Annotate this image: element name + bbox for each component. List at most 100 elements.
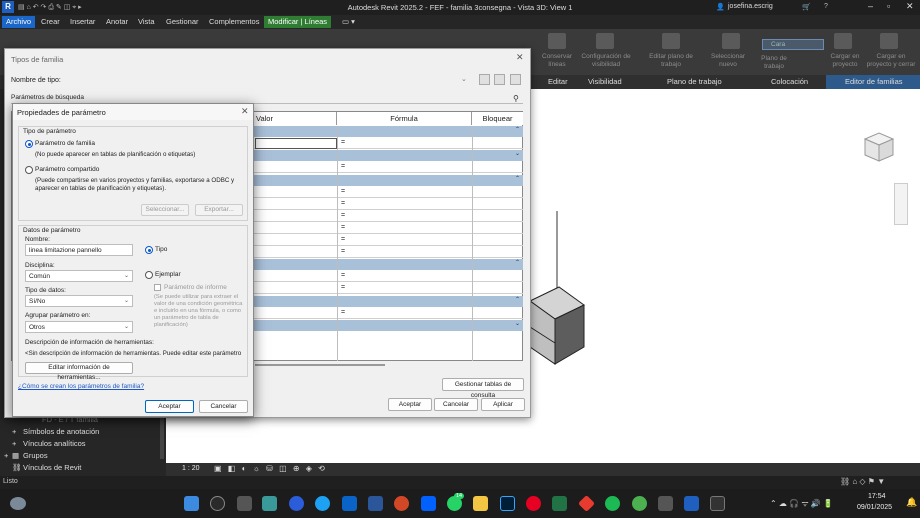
- minimize-button[interactable]: –: [868, 1, 873, 11]
- viewcube[interactable]: [861, 129, 897, 165]
- spotify-icon[interactable]: [605, 496, 620, 511]
- column-header-lock[interactable]: Bloquear: [472, 112, 523, 125]
- selection-filter-icons[interactable]: ⛓ ⌂ ◇ ⚑ ▼: [840, 477, 885, 486]
- cancel-button[interactable]: Cancelar: [434, 398, 478, 411]
- edit-workplane-button[interactable]: Editar plano de trabajo: [640, 53, 702, 69]
- keep-lines-button[interactable]: Conservar líneas: [536, 53, 578, 69]
- clock-date[interactable]: 09/01/2025: [857, 504, 892, 511]
- excel-icon[interactable]: [552, 496, 567, 511]
- apply-button[interactable]: Aplicar: [481, 398, 525, 411]
- autodesk-app-icon[interactable]: [578, 495, 595, 512]
- type-radio[interactable]: [145, 246, 153, 254]
- pick-new-icon[interactable]: [722, 33, 740, 49]
- instance-radio[interactable]: [145, 271, 153, 279]
- photoshop-icon[interactable]: [500, 496, 515, 511]
- group-parameter-select[interactable]: Otros ⌄: [25, 321, 133, 333]
- app-icon[interactable]: [658, 496, 673, 511]
- widgets-icon[interactable]: [262, 496, 277, 511]
- word-icon[interactable]: [368, 496, 383, 511]
- help-link[interactable]: ¿Cómo se crean los parámetros de familia…: [18, 383, 144, 390]
- family-parameter-radio[interactable]: [25, 140, 33, 148]
- tab-complementos[interactable]: Complementos: [205, 16, 263, 28]
- user-name[interactable]: josefina.escrig: [728, 3, 773, 10]
- tab-crear[interactable]: Crear: [37, 16, 64, 28]
- tray-icons[interactable]: ⌃ ☁ 🎧 ᯤ 🔊 🔋: [770, 498, 833, 509]
- tab-anotar[interactable]: Anotar: [102, 16, 132, 28]
- instance-radio-label[interactable]: Ejemplar: [155, 271, 181, 278]
- edit-tooltip-button[interactable]: Editar información de herramientas...: [25, 362, 133, 381]
- expand-icon[interactable]: +: [4, 451, 8, 460]
- tab-modificar-lineas[interactable]: Modificar | Líneas: [264, 16, 332, 28]
- load-and-close-icon[interactable]: [880, 33, 898, 49]
- chrome-icon[interactable]: [632, 496, 647, 511]
- pick-new-button[interactable]: Seleccionar nuevo: [706, 53, 750, 69]
- zoom-icon[interactable]: [289, 496, 304, 511]
- close-button[interactable]: ✕: [906, 1, 914, 12]
- browser-item-revit-links[interactable]: Vínculos de Revit: [23, 463, 81, 472]
- load-into-project-button[interactable]: Cargar en proyecto: [826, 53, 864, 69]
- weather-icon[interactable]: [10, 497, 26, 510]
- keep-lines-icon[interactable]: [548, 33, 566, 49]
- report-parameter-checkbox[interactable]: [154, 284, 161, 291]
- search-icon[interactable]: ⚲: [513, 94, 519, 103]
- placement-combo[interactable]: Cara: [762, 39, 824, 50]
- task-view-icon[interactable]: [237, 496, 252, 511]
- tab-vista[interactable]: Vista: [134, 16, 159, 28]
- outlook-icon[interactable]: [342, 496, 357, 511]
- expand-icon[interactable]: +: [12, 439, 16, 448]
- type-dropdown-chevron[interactable]: ⌄: [461, 75, 467, 83]
- export-button[interactable]: Exportar...: [195, 204, 243, 216]
- clock-time[interactable]: 17:54: [868, 493, 886, 500]
- file-explorer-icon[interactable]: [473, 496, 488, 511]
- tab-archivo[interactable]: Archivo: [2, 16, 36, 28]
- tab-insertar[interactable]: Insertar: [66, 16, 99, 28]
- delete-type-icon[interactable]: [510, 74, 521, 85]
- maximize-button[interactable]: ▫: [887, 1, 890, 11]
- app-icon[interactable]: [710, 496, 725, 511]
- tab-gestionar[interactable]: Gestionar: [162, 16, 203, 28]
- discipline-select[interactable]: Común ⌄: [25, 270, 133, 282]
- report-parameter-label[interactable]: Parámetro de informe: [164, 284, 227, 291]
- browser-item-analytical-links[interactable]: Vínculos analíticos: [23, 439, 86, 448]
- name-input[interactable]: linea limitazione pannello: [25, 244, 133, 256]
- revit-taskbar-icon[interactable]: [684, 496, 699, 511]
- load-into-project-icon[interactable]: [834, 33, 852, 49]
- navigation-bar[interactable]: [894, 183, 908, 225]
- scale-label[interactable]: 1 : 20: [182, 465, 200, 472]
- manage-lookup-tables-button[interactable]: Gestionar tablas de consulta: [442, 378, 524, 399]
- help-icon[interactable]: ?: [824, 3, 828, 10]
- ribbon-options-icon[interactable]: ▭ ▾: [338, 16, 359, 28]
- windows-start-icon[interactable]: [184, 496, 199, 511]
- user-icon[interactable]: 👤: [716, 3, 725, 11]
- edit-workplane-icon[interactable]: [662, 33, 680, 49]
- ok-button[interactable]: Aceptar: [388, 398, 432, 411]
- placement-workplane-button[interactable]: Plano de trabajo: [752, 55, 796, 71]
- rename-type-icon[interactable]: [494, 74, 505, 85]
- view-controls-icons[interactable]: ▣ ◧ ◐ ☼ ⛁ ◫ ⊕ ◈ ⟲: [214, 464, 327, 473]
- notifications-icon[interactable]: 🔔: [906, 497, 917, 508]
- load-and-close-button[interactable]: Cargar en proyecto y cerrar: [864, 53, 918, 69]
- cancel-button[interactable]: Cancelar: [199, 400, 248, 413]
- ok-button[interactable]: Aceptar: [145, 400, 194, 413]
- search-icon[interactable]: [210, 496, 225, 511]
- data-type-select[interactable]: Sí/No ⌄: [25, 295, 133, 307]
- browser-item-groups[interactable]: Grupos: [23, 451, 48, 460]
- select-button[interactable]: Seleccionar...: [141, 204, 189, 216]
- new-type-icon[interactable]: [479, 74, 490, 85]
- dropbox-icon[interactable]: [421, 496, 436, 511]
- family-parameter-label[interactable]: Parámetro de familia: [35, 140, 95, 147]
- visibility-settings-button[interactable]: Configuración de visibilidad: [578, 53, 634, 69]
- pinterest-icon[interactable]: [526, 496, 541, 511]
- expand-icon[interactable]: +: [12, 427, 16, 436]
- shared-parameter-label[interactable]: Parámetro compartido: [35, 166, 99, 173]
- cart-icon[interactable]: 🛒: [802, 3, 811, 11]
- horizontal-scrollbar[interactable]: [255, 364, 385, 366]
- browser-item-annotation-symbols[interactable]: Símbolos de anotación: [23, 427, 99, 436]
- close-icon[interactable]: ✕: [516, 52, 524, 63]
- shared-parameter-radio[interactable]: [25, 166, 33, 174]
- powerpoint-icon[interactable]: [394, 496, 409, 511]
- close-icon[interactable]: ✕: [241, 106, 249, 117]
- column-header-formula[interactable]: Fórmula: [337, 112, 472, 125]
- visibility-settings-icon[interactable]: [596, 33, 614, 49]
- type-radio-label[interactable]: Tipo: [155, 246, 167, 253]
